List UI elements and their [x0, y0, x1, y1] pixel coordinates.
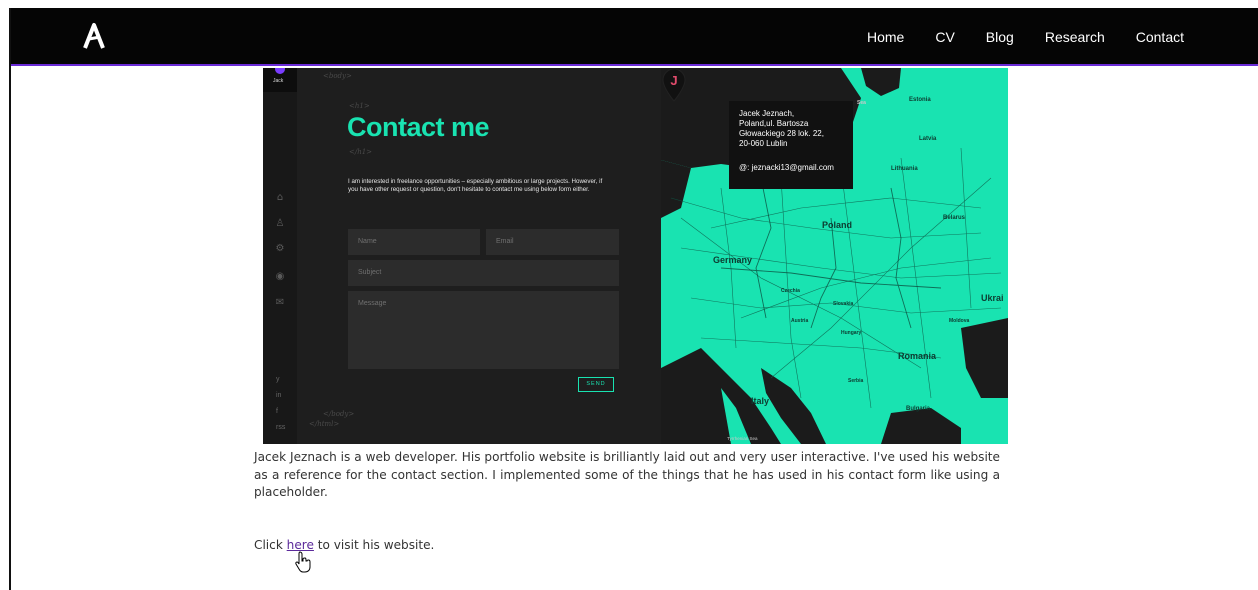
- description-text: Jacek Jeznach is a web developer. His po…: [254, 450, 1000, 499]
- label-czechia: Czechia: [781, 288, 800, 294]
- avatar-logo-icon: [275, 68, 285, 74]
- hand-cursor-icon: [295, 551, 311, 573]
- map[interactable]: Estonia Latvia Lithuania Belarus Poland …: [661, 68, 1008, 444]
- name-field[interactable]: Name: [348, 229, 480, 255]
- nav-contact[interactable]: Contact: [1136, 29, 1184, 45]
- subject-field[interactable]: Subject: [348, 260, 619, 286]
- address-line: Jacek Jeznach,: [739, 109, 795, 118]
- body-close-tag: </body>: [323, 410, 355, 418]
- label-belarus: Belarus: [943, 215, 966, 221]
- mail-icon: ✉: [275, 297, 285, 308]
- contact-title: Contact me: [347, 112, 490, 142]
- label-serbia: Serbia: [848, 378, 864, 384]
- nav-cv[interactable]: CV: [935, 29, 954, 45]
- pin-letter: J: [670, 73, 677, 88]
- visit-suffix: to visit his website.: [313, 538, 435, 552]
- label-ukraine: Ukrai: [981, 293, 1004, 303]
- html-close-tag: </html>: [309, 420, 340, 428]
- body-tag: <body>: [323, 72, 352, 80]
- email-field[interactable]: Email: [486, 229, 619, 255]
- label-latvia: Latvia: [919, 136, 937, 142]
- nav-links: Home CV Blog Research Contact: [836, 8, 1184, 66]
- site-logo-icon[interactable]: [83, 22, 105, 50]
- eye-icon: ◉: [275, 271, 285, 282]
- contact-intro: I am interested in freelance opportuniti…: [348, 178, 603, 193]
- popup-email[interactable]: @: jeznacki13@gmail.com: [739, 163, 843, 173]
- side-rail: Jack ⌂ ♙ ⚙ ◉ ✉ y in f rss: [263, 68, 297, 444]
- nav-research[interactable]: Research: [1045, 29, 1105, 45]
- avatar-name: Jack: [273, 78, 284, 84]
- visit-prefix: Click: [254, 538, 287, 552]
- h1-close-tag: </h1>: [349, 148, 373, 156]
- map-pin-icon[interactable]: J: [661, 68, 687, 102]
- address-line: 20-060 Lublin: [739, 139, 788, 148]
- label-estonia: Estonia: [909, 97, 931, 103]
- label-moldova: Moldova: [949, 318, 970, 324]
- label-slovakia: Slovakia: [833, 301, 854, 307]
- label-austria: Austria: [791, 318, 809, 324]
- message-field[interactable]: Message: [348, 291, 619, 369]
- avatar: Jack: [263, 68, 297, 92]
- label-bulgaria: Bulgaria: [906, 406, 931, 412]
- browser-frame: Home CV Blog Research Contact Jack ⌂ ♙ ⚙…: [9, 8, 1258, 590]
- address-line: Poland,ul. Bartosza: [739, 119, 809, 128]
- linkedin-icon: in: [276, 392, 282, 399]
- gear-icon: ⚙: [275, 243, 285, 254]
- address-line: Głowackiego 28 lok. 22,: [739, 129, 824, 138]
- contact-page-screenshot: Jack ⌂ ♙ ⚙ ◉ ✉ y in f rss <body> <h1> Co…: [263, 68, 1008, 444]
- rss-icon: rss: [276, 424, 286, 431]
- navbar: Home CV Blog Research Contact: [11, 8, 1258, 66]
- label-germany: Germany: [713, 255, 753, 265]
- label-italy: Italy: [751, 396, 770, 406]
- facebook-icon: f: [276, 408, 278, 415]
- label-poland: Poland: [822, 220, 853, 230]
- h1-open-tag: <h1>: [349, 102, 370, 110]
- label-lithuania: Lithuania: [891, 166, 918, 172]
- label-romania: Romania: [898, 351, 937, 361]
- visit-link[interactable]: here: [287, 538, 314, 552]
- visit-line: Click here to visit his website.: [254, 538, 434, 552]
- label-tyrrhenian-sea: Tyrrhenian Sea: [727, 436, 758, 441]
- address-popup: Jacek Jeznach, Poland,ul. Bartosza Głowa…: [729, 101, 853, 189]
- home-icon: ⌂: [276, 192, 284, 203]
- label-sea: Sea: [857, 100, 866, 106]
- send-button[interactable]: SEND: [578, 377, 614, 392]
- nav-home[interactable]: Home: [867, 29, 904, 45]
- social-icon: y: [276, 376, 280, 383]
- user-icon: ♙: [275, 218, 285, 229]
- label-hungary: Hungary: [841, 330, 862, 336]
- nav-blog[interactable]: Blog: [986, 29, 1014, 45]
